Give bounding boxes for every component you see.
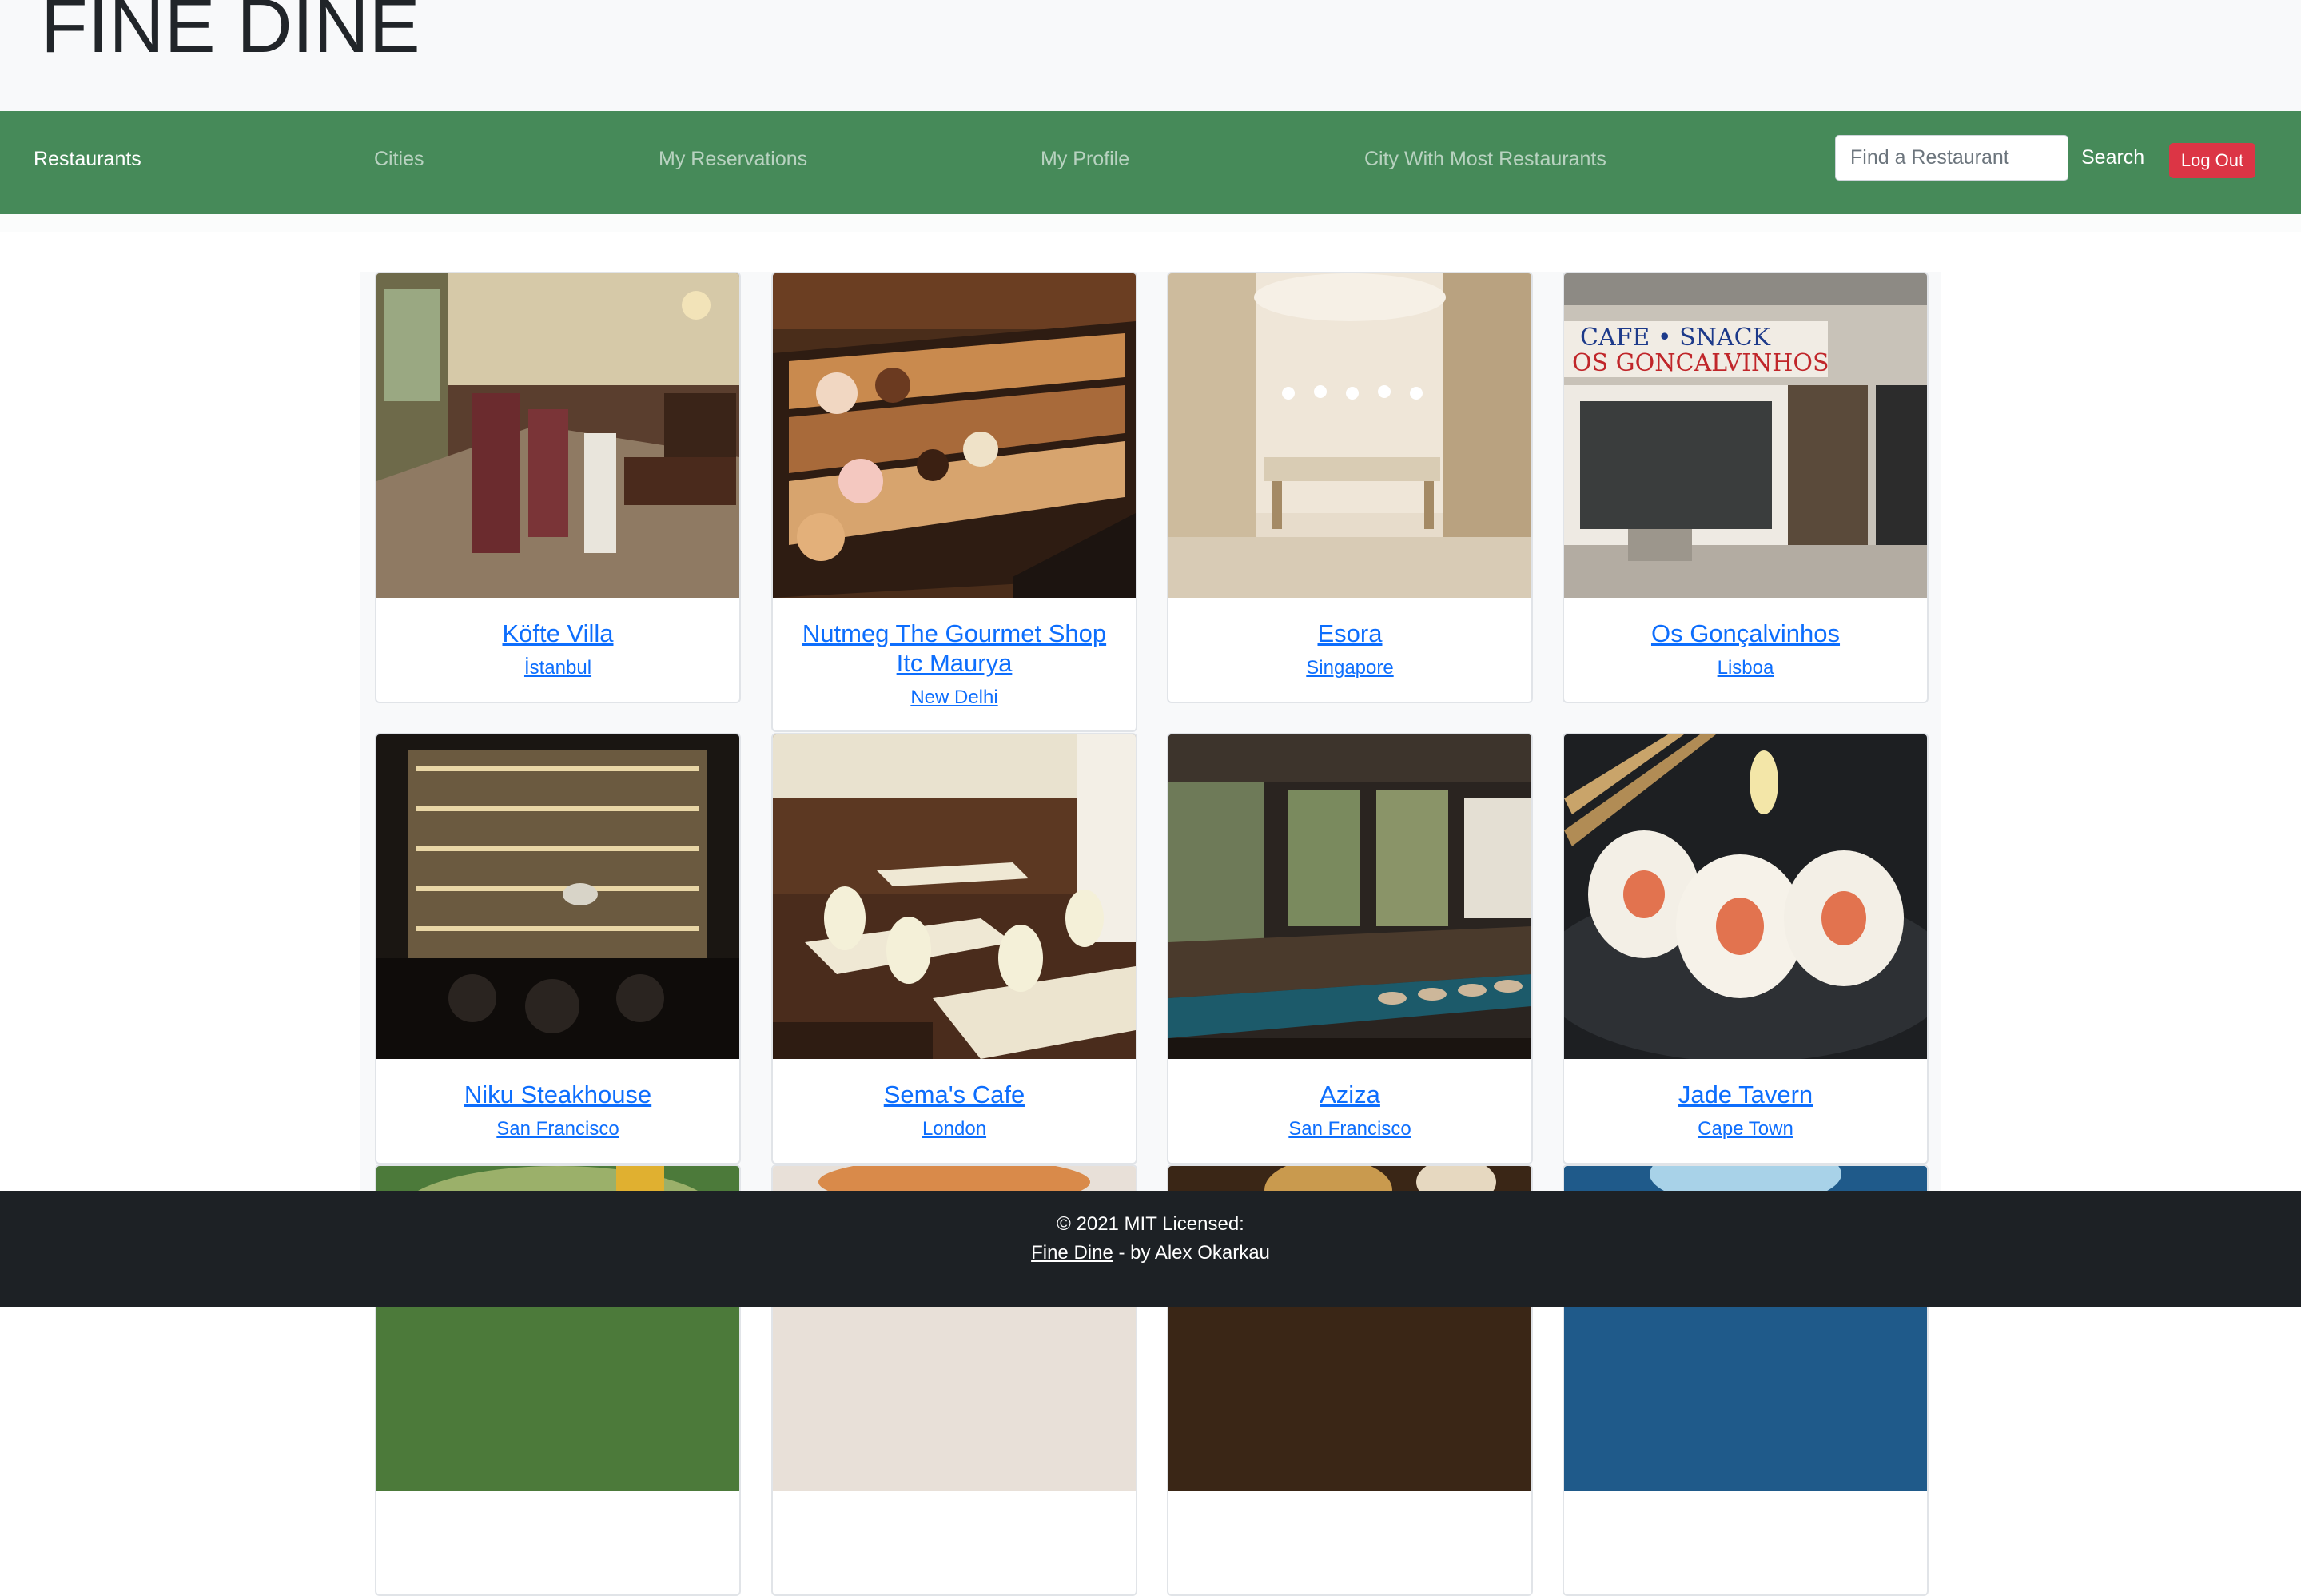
restaurant-city-link[interactable]: San Francisco [1288,1117,1411,1141]
footer: © 2021 MIT Licensed: Fine Dine - by Alex… [0,1191,2301,1307]
restaurant-city-link[interactable]: İstanbul [524,656,591,680]
restaurant-name-link[interactable]: Esora [1184,619,1515,648]
nav-item-city-with-most-restaurants[interactable]: City With Most Restaurants [1364,111,1606,207]
nav-item-my-reservations[interactable]: My Reservations [659,111,807,207]
restaurant-name-link[interactable]: Köfte Villa [392,619,723,648]
footer-copyright: © 2021 MIT Licensed: [1057,1213,1244,1235]
content-top-strip [0,214,2301,232]
restaurant-photo[interactable] [773,734,1136,1059]
restaurant-name-link[interactable]: Nutmeg The Gourmet Shop Itc Maurya [789,619,1120,678]
svg-text:OS GONCALVINHOS: OS GONCALVINHOS [1572,349,1829,377]
restaurant-name-link[interactable]: Niku Steakhouse [392,1080,723,1109]
logout-button[interactable]: Log Out [2169,143,2255,178]
footer-credit: Fine Dine - by Alex Okarkau [0,1242,2301,1264]
restaurant-photo[interactable] [1564,734,1927,1059]
restaurant-city-link[interactable]: New Delhi [910,686,997,710]
restaurant-card: CAFE • SNACK OS GONCALVINHOS Os Gonçalvi… [1563,272,1929,703]
restaurant-card: Köfte Villa İstanbul [375,272,741,703]
nav-item-my-profile[interactable]: My Profile [1041,111,1129,207]
restaurant-card: Niku Steakhouse San Francisco [375,733,741,1164]
restaurant-grid: Köfte Villa İstanbul Nutmeg The Gourmet … [360,272,1941,1596]
restaurant-photo[interactable] [376,734,739,1059]
restaurant-name-link[interactable]: Aziza [1184,1080,1515,1109]
restaurant-card: Esora Singapore [1167,272,1533,703]
restaurant-city-link[interactable]: Lisboa [1718,656,1774,680]
restaurant-card: Nutmeg The Gourmet Shop Itc Maurya New D… [771,272,1137,732]
restaurant-photo[interactable] [376,273,739,598]
restaurant-photo[interactable] [773,273,1136,598]
navbar: Restaurants Cities My Reservations My Pr… [0,111,2301,214]
search-input[interactable] [1835,135,2068,181]
footer-fine-dine-link[interactable]: Fine Dine [1031,1242,1113,1264]
restaurant-name-link[interactable]: Jade Tavern [1580,1080,1911,1109]
header-bar: FINE DINE [0,0,2301,111]
brand-title: FINE DINE [41,0,420,69]
nav-item-cities[interactable]: Cities [374,111,424,207]
nav-item-restaurants[interactable]: Restaurants [34,111,141,207]
svg-text:CAFE • SNACK: CAFE • SNACK [1580,324,1771,352]
footer-byline: - by Alex Okarkau [1113,1242,1270,1264]
restaurant-name-link[interactable]: Sema's Cafe [789,1080,1120,1109]
restaurant-city-link[interactable]: San Francisco [496,1117,619,1141]
restaurant-photo[interactable]: CAFE • SNACK OS GONCALVINHOS [1564,273,1927,598]
restaurant-card: Sema's Cafe London [771,733,1137,1164]
restaurant-card: Aziza San Francisco [1167,733,1533,1164]
search-button[interactable]: Search [2081,135,2144,181]
restaurant-name-link[interactable]: Os Gonçalvinhos [1580,619,1911,648]
restaurant-city-link[interactable]: London [922,1117,986,1141]
restaurant-photo[interactable] [1168,734,1531,1059]
restaurant-card: Jade Tavern Cape Town [1563,733,1929,1164]
restaurant-city-link[interactable]: Cape Town [1698,1117,1793,1141]
restaurant-city-link[interactable]: Singapore [1306,656,1393,680]
restaurant-photo[interactable] [1168,273,1531,598]
